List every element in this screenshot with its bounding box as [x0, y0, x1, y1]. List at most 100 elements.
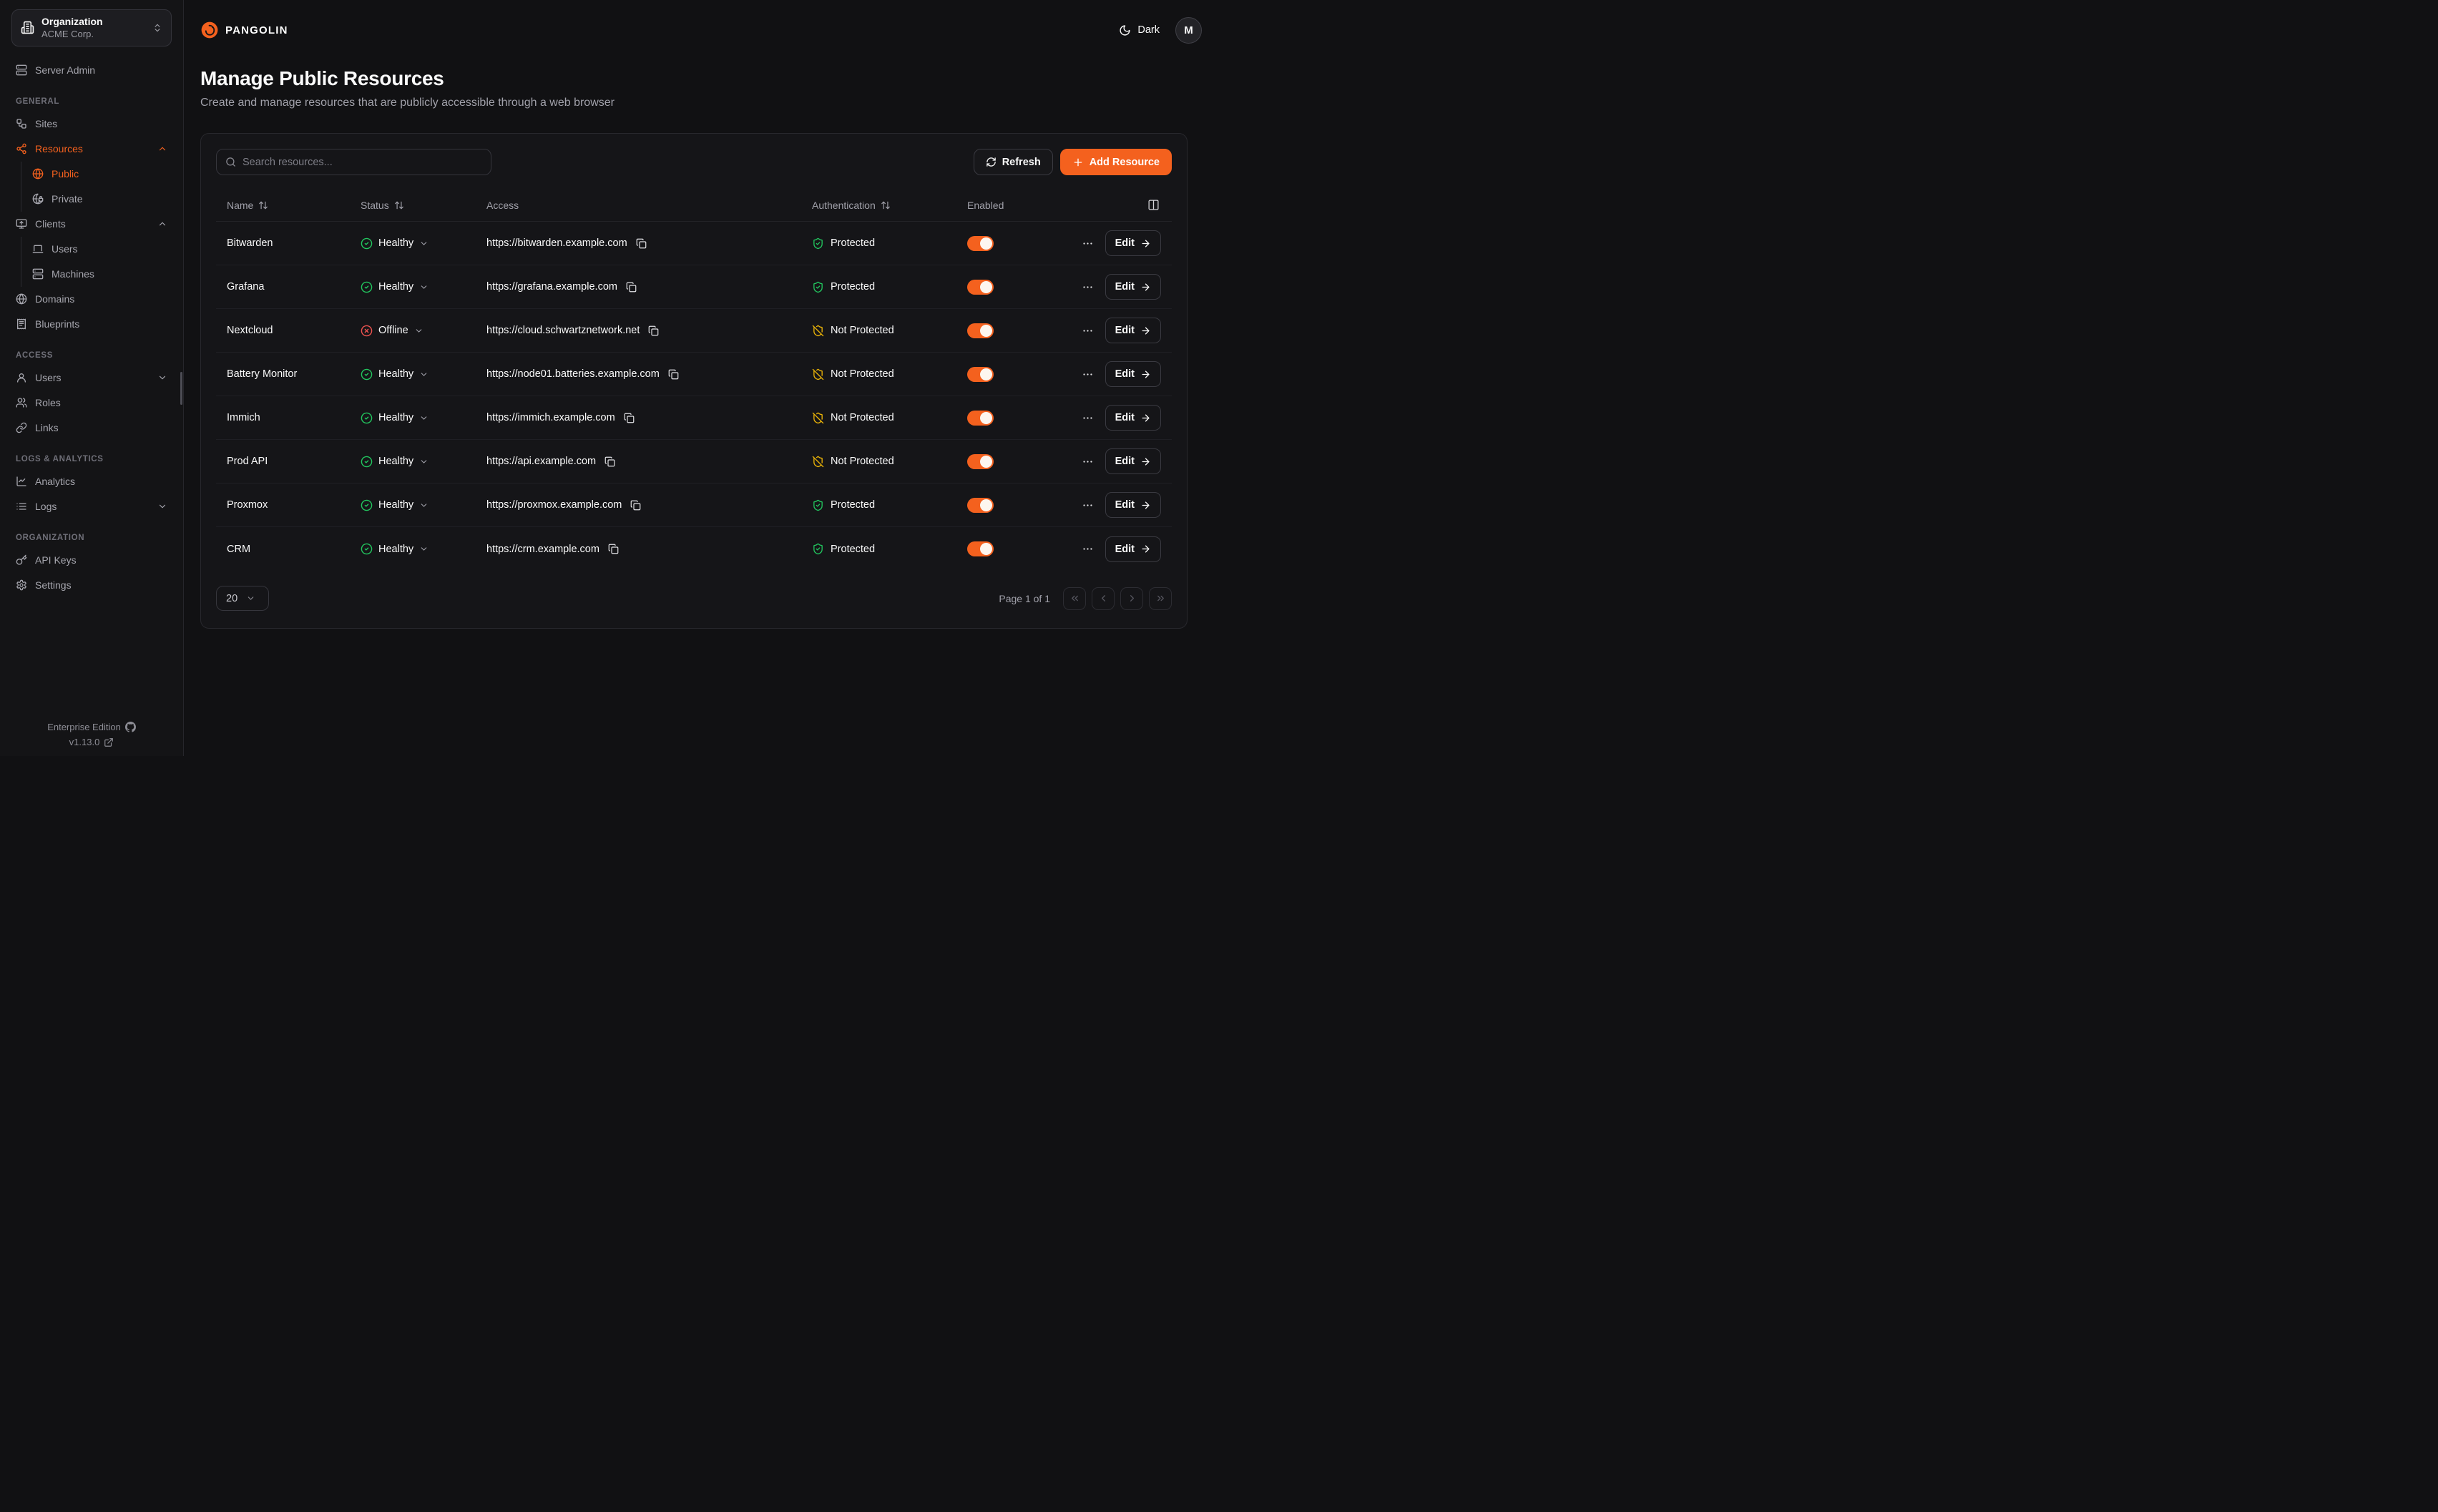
enabled-toggle[interactable] — [967, 411, 994, 426]
gear-icon — [16, 579, 27, 591]
enabled-toggle[interactable] — [967, 236, 994, 251]
globe-icon — [16, 293, 27, 305]
next-page-button[interactable] — [1120, 587, 1143, 610]
theme-toggle-button[interactable]: Dark — [1119, 24, 1160, 36]
chevrons-up-down-icon — [152, 23, 162, 33]
enabled-toggle[interactable] — [967, 541, 994, 556]
avatar[interactable]: M — [1175, 17, 1202, 44]
sidebar-item-analytics[interactable]: Analytics — [11, 469, 172, 494]
sidebar-item-api-keys[interactable]: API Keys — [11, 548, 172, 573]
edit-button[interactable]: Edit — [1105, 536, 1161, 562]
sidebar-item-users[interactable]: Users — [11, 365, 172, 391]
row-menu-button[interactable] — [1080, 496, 1095, 514]
search-icon — [225, 157, 236, 167]
copy-url-button[interactable] — [635, 237, 648, 250]
copy-url-button[interactable] — [603, 455, 617, 468]
copy-url-button[interactable] — [667, 368, 680, 381]
edit-button[interactable]: Edit — [1105, 230, 1161, 256]
sidebar-item-label: Private — [52, 193, 167, 205]
row-menu-button[interactable] — [1080, 453, 1095, 471]
sidebar-scrollbar-thumb[interactable] — [180, 372, 182, 405]
copy-url-button[interactable] — [629, 499, 642, 512]
column-visibility-button[interactable] — [1146, 197, 1161, 212]
sidebar-item-public[interactable]: Public — [28, 162, 172, 187]
status-cell[interactable]: Healthy — [361, 368, 486, 381]
prev-page-button[interactable] — [1092, 587, 1115, 610]
sidebar-item-roles[interactable]: Roles — [11, 391, 172, 416]
edition-link[interactable]: Enterprise Edition — [11, 722, 172, 732]
search-input[interactable] — [243, 157, 482, 168]
org-selector[interactable]: Organization ACME Corp. — [11, 9, 172, 46]
status-cell[interactable]: Healthy — [361, 499, 486, 511]
sidebar-item-blueprints[interactable]: Blueprints — [11, 312, 172, 337]
shield-check-icon — [812, 281, 824, 293]
edit-label: Edit — [1115, 281, 1135, 293]
brand-logo[interactable]: PANGOLIN — [200, 21, 288, 39]
copy-url-button[interactable] — [607, 542, 620, 556]
status-cell[interactable]: Healthy — [361, 412, 486, 424]
copy-url-button[interactable] — [622, 411, 636, 425]
resource-name: Nextcloud — [227, 325, 273, 336]
theme-label: Dark — [1137, 24, 1160, 36]
row-menu-button[interactable] — [1080, 322, 1095, 340]
offline-status-icon — [361, 325, 373, 337]
status-cell[interactable]: Offline — [361, 325, 486, 337]
page-size-select[interactable]: 20 — [216, 586, 269, 611]
enabled-toggle[interactable] — [967, 454, 994, 469]
sidebar-item-server-admin[interactable]: Server Admin — [11, 58, 172, 83]
first-page-button[interactable] — [1063, 587, 1086, 610]
sidebar-item-domains[interactable]: Domains — [11, 287, 172, 312]
edit-button[interactable]: Edit — [1105, 448, 1161, 474]
access-cell: https://grafana.example.com — [486, 280, 812, 294]
edit-button[interactable]: Edit — [1105, 405, 1161, 431]
sidebar-item-client-users[interactable]: Users — [28, 237, 172, 262]
authentication-cell: Not Protected — [812, 325, 967, 337]
sidebar-item-resources[interactable]: Resources — [11, 137, 172, 162]
sort-icon[interactable] — [881, 200, 891, 210]
sidebar-item-sites[interactable]: Sites — [11, 112, 172, 137]
sidebar-item-client-machines[interactable]: Machines — [28, 262, 172, 287]
row-menu-button[interactable] — [1080, 540, 1095, 558]
sidebar-item-settings[interactable]: Settings — [11, 573, 172, 598]
arrow-right-icon — [1140, 413, 1151, 423]
pagination: 20 Page 1 of 1 — [216, 586, 1172, 611]
edit-button[interactable]: Edit — [1105, 492, 1161, 518]
edit-button[interactable]: Edit — [1105, 318, 1161, 343]
sidebar-item-label: Server Admin — [35, 64, 167, 76]
last-page-button[interactable] — [1149, 587, 1172, 610]
edit-button[interactable]: Edit — [1105, 361, 1161, 387]
sort-icon[interactable] — [394, 200, 404, 210]
row-menu-button[interactable] — [1080, 365, 1095, 383]
toggle-knob — [980, 543, 992, 555]
sidebar-item-logs[interactable]: Logs — [11, 494, 172, 519]
sidebar-item-private[interactable]: Private — [28, 187, 172, 212]
status-cell[interactable]: Healthy — [361, 281, 486, 293]
status-label: Healthy — [378, 412, 413, 423]
healthy-status-icon — [361, 499, 373, 511]
sort-icon[interactable] — [258, 200, 268, 210]
refresh-button[interactable]: Refresh — [974, 149, 1053, 175]
column-header-enabled: Enabled — [967, 200, 1082, 211]
resource-name: Proxmox — [227, 499, 268, 511]
sidebar-item-clients[interactable]: Clients — [11, 212, 172, 237]
status-cell[interactable]: Healthy — [361, 543, 486, 555]
copy-url-button[interactable] — [647, 324, 660, 338]
chevron-down-icon — [419, 413, 429, 423]
add-resource-button[interactable]: Add Resource — [1060, 149, 1172, 175]
copy-url-button[interactable] — [625, 280, 638, 294]
enabled-toggle[interactable] — [967, 280, 994, 295]
enabled-toggle[interactable] — [967, 323, 994, 338]
healthy-status-icon — [361, 281, 373, 293]
row-menu-button[interactable] — [1080, 278, 1095, 296]
status-cell[interactable]: Healthy — [361, 456, 486, 468]
moon-icon — [1119, 24, 1131, 36]
chevron-down-icon — [419, 239, 429, 248]
version-link[interactable]: v1.13.0 — [11, 737, 172, 747]
edit-button[interactable]: Edit — [1105, 274, 1161, 300]
enabled-toggle[interactable] — [967, 367, 994, 382]
status-cell[interactable]: Healthy — [361, 237, 486, 250]
enabled-toggle[interactable] — [967, 498, 994, 513]
row-menu-button[interactable] — [1080, 235, 1095, 252]
row-menu-button[interactable] — [1080, 409, 1095, 427]
sidebar-item-links[interactable]: Links — [11, 416, 172, 441]
